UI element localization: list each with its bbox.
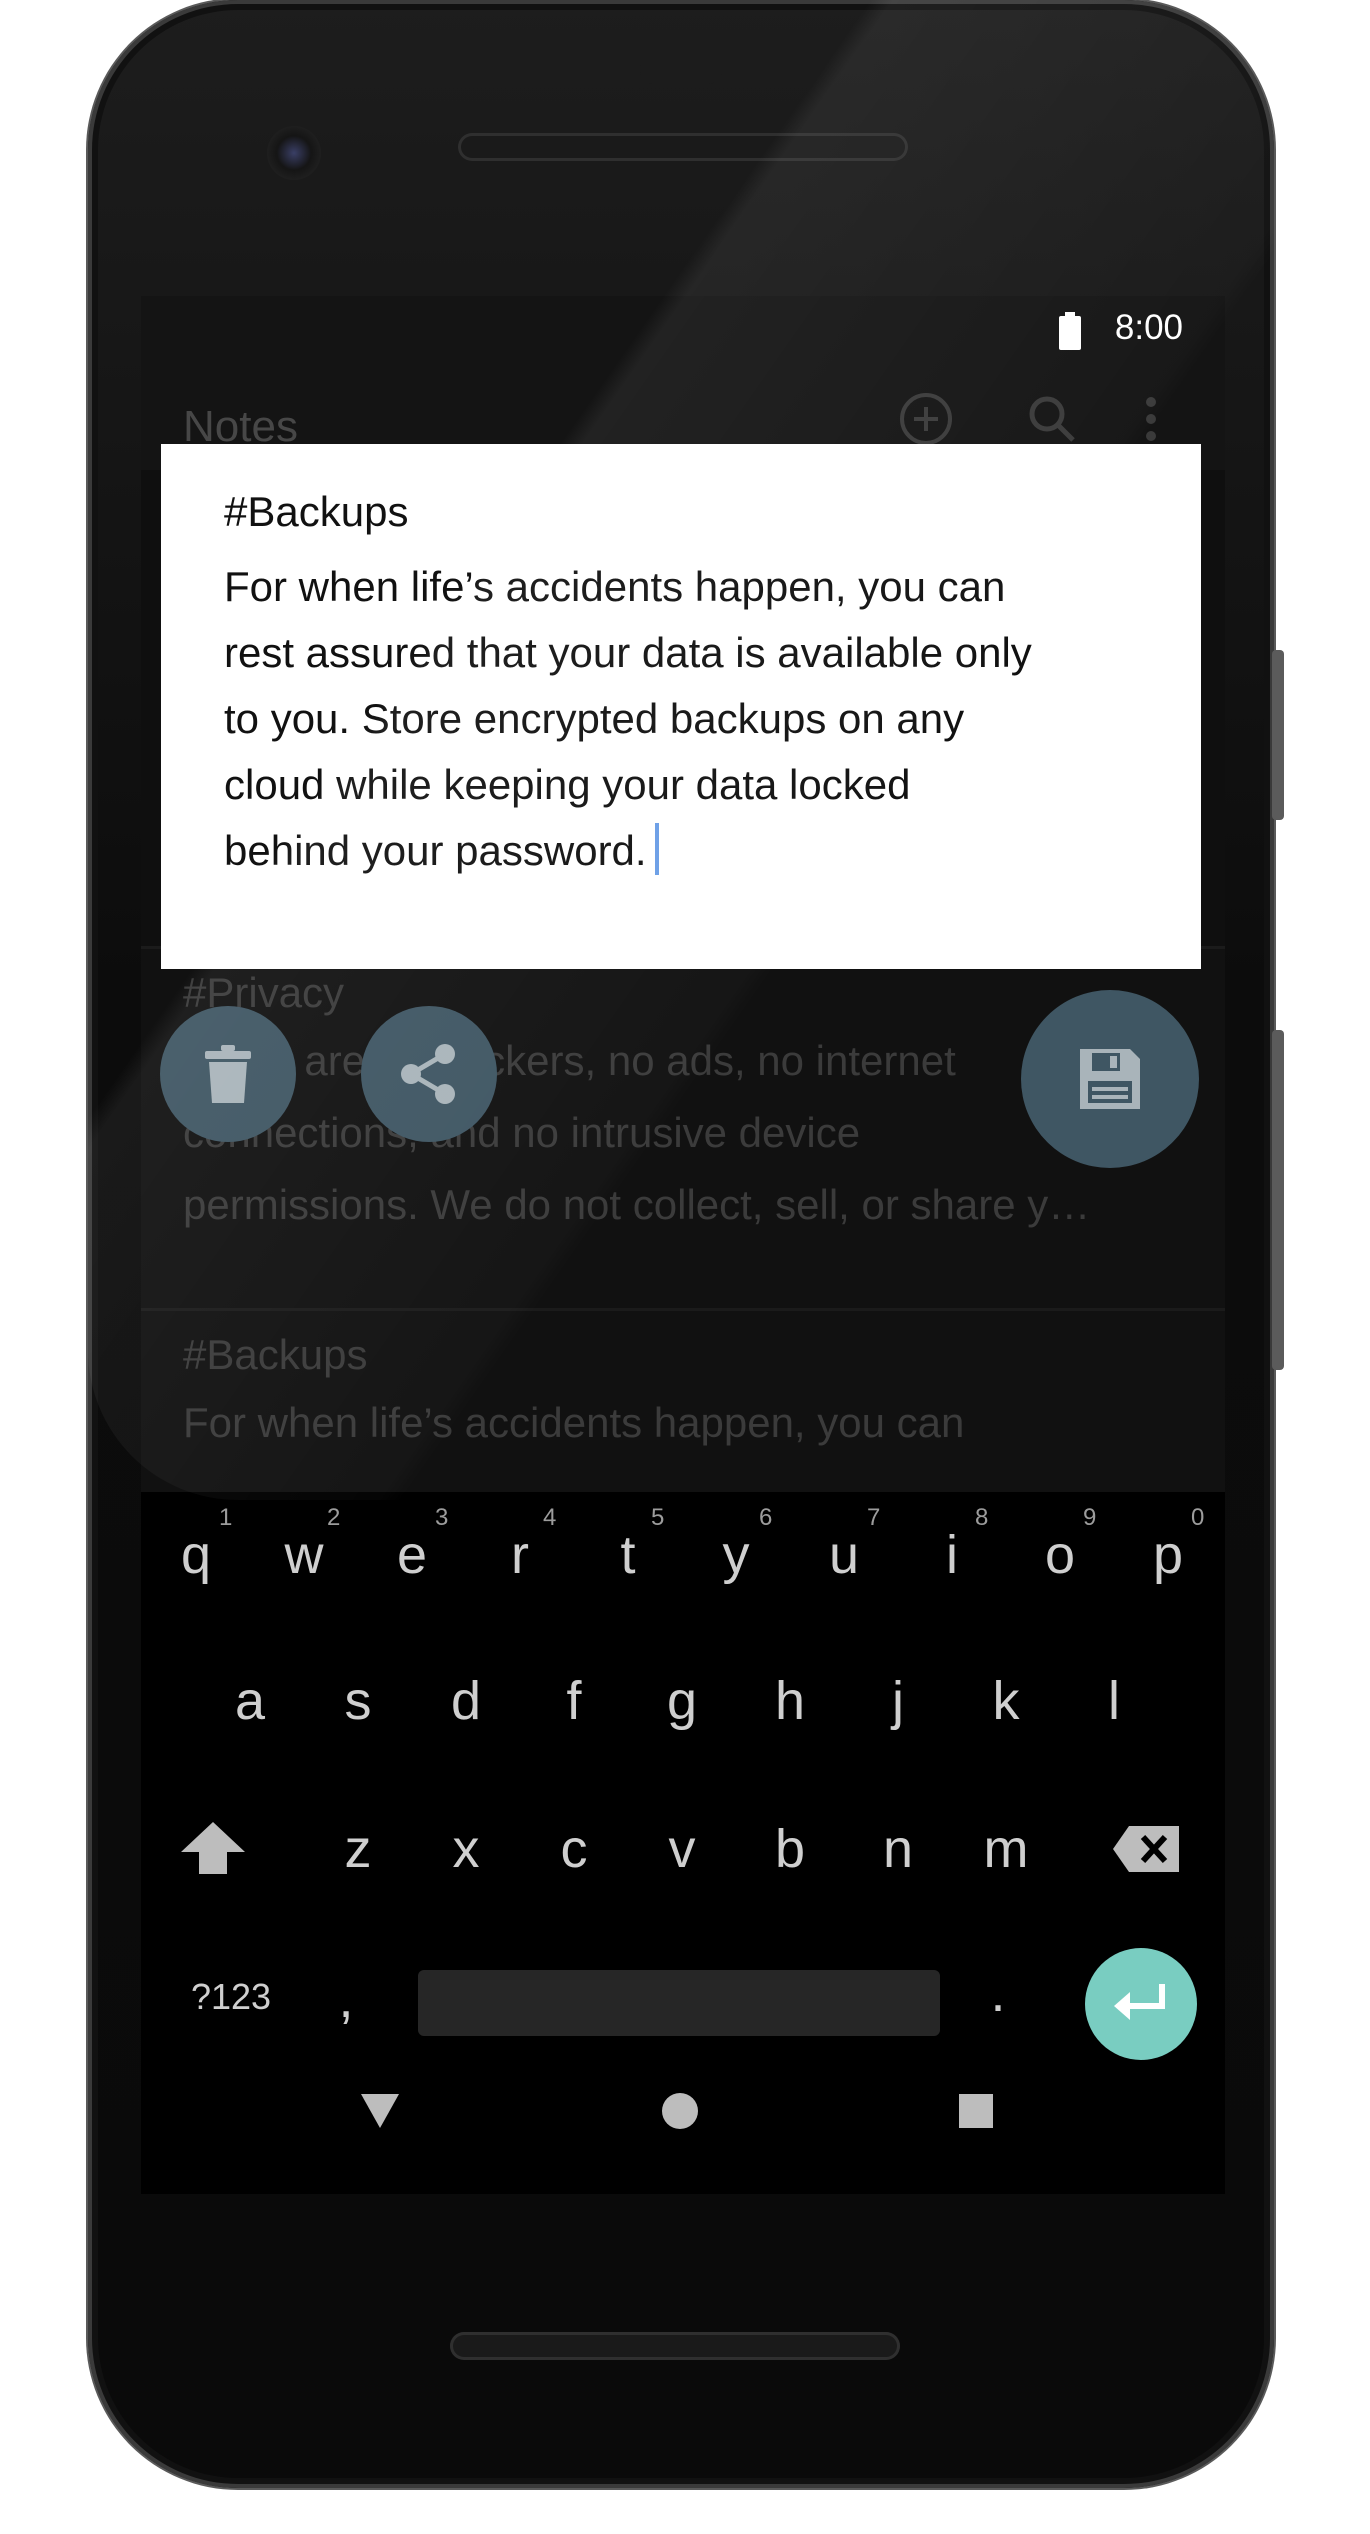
key-s[interactable]: s	[323, 1670, 393, 1732]
editor-line: For when life’s accidents happen, you ca…	[224, 563, 1006, 610]
key-u[interactable]: u	[809, 1524, 879, 1586]
backspace-icon[interactable]	[1113, 1826, 1179, 1872]
key-hint: 6	[759, 1504, 773, 1531]
editor-last-line: behind your password.	[224, 818, 1144, 884]
key-hint: 8	[975, 1504, 989, 1531]
key-hint: 7	[867, 1504, 881, 1531]
key-t[interactable]: t	[593, 1524, 663, 1586]
text-cursor	[654, 823, 659, 875]
trash-icon	[205, 1045, 251, 1103]
note-line: For when life’s accidents happen, you ca…	[183, 1399, 965, 1446]
share-button[interactable]	[361, 1006, 497, 1142]
note-title: #Backups	[183, 1331, 368, 1378]
key-q[interactable]: q	[161, 1524, 231, 1586]
key-hint: 1	[219, 1504, 233, 1531]
key-k[interactable]: k	[971, 1670, 1041, 1732]
key-i[interactable]: i	[917, 1524, 987, 1586]
navigation-bar	[141, 2038, 1225, 2178]
key-hint: 0	[1191, 1504, 1205, 1531]
shift-icon[interactable]	[181, 1822, 245, 1874]
key-hint: 5	[651, 1504, 665, 1531]
back-triangle-icon[interactable]	[361, 2094, 399, 2128]
editor-line: rest assured that your data is available…	[224, 629, 1032, 676]
key-l[interactable]: l	[1079, 1670, 1149, 1732]
key-w[interactable]: w	[269, 1524, 339, 1586]
save-icon	[1080, 1049, 1140, 1109]
editor-title: #Backups	[224, 488, 409, 535]
key-hint: 2	[327, 1504, 341, 1531]
editor-line: cloud while keeping your data locked	[224, 761, 911, 808]
key-o[interactable]: o	[1025, 1524, 1095, 1586]
key-d[interactable]: d	[431, 1670, 501, 1732]
key-e[interactable]: e	[377, 1524, 447, 1586]
delete-button[interactable]	[160, 1006, 296, 1142]
key-x[interactable]: x	[431, 1818, 501, 1880]
bottom-speaker	[450, 2332, 900, 2360]
key-b[interactable]: b	[755, 1818, 825, 1880]
home-circle-icon[interactable]	[661, 2092, 699, 2130]
key-p[interactable]: p	[1133, 1524, 1203, 1586]
status-bar: 8:00	[141, 296, 1225, 360]
symbols-key[interactable]: ?123	[161, 1976, 301, 2018]
editor-line: behind your password.	[224, 827, 647, 874]
key-hint: 9	[1083, 1504, 1097, 1531]
volume-button	[1272, 1030, 1284, 1370]
key-m[interactable]: m	[971, 1818, 1041, 1880]
key-y[interactable]: y	[701, 1524, 771, 1586]
sensor-slot	[640, 56, 722, 84]
key-hint: 4	[543, 1504, 557, 1531]
key-a[interactable]: a	[215, 1670, 285, 1732]
add-circle-icon[interactable]	[897, 390, 955, 448]
key-c[interactable]: c	[539, 1818, 609, 1880]
key-f[interactable]: f	[539, 1670, 609, 1732]
more-vert-icon[interactable]	[1141, 390, 1161, 448]
key-j[interactable]: j	[863, 1670, 933, 1732]
key-r[interactable]: r	[485, 1524, 555, 1586]
comma-key[interactable]: ,	[311, 1968, 381, 2030]
search-icon[interactable]	[1023, 390, 1081, 448]
enter-icon	[1114, 1984, 1165, 2020]
key-h[interactable]: h	[755, 1670, 825, 1732]
key-g[interactable]: g	[647, 1670, 717, 1732]
note-editor[interactable]: #Backups For when life’s accidents happe…	[161, 444, 1201, 969]
keyboard: q w e r t y u i o p 1 2 3 4 5 6 7 8 9 0 …	[141, 1492, 1225, 2060]
editor-text[interactable]: For when life’s accidents happen, you ca…	[224, 554, 1144, 884]
power-button	[1272, 650, 1284, 820]
editor-line: to you. Store encrypted backups on any	[224, 695, 965, 742]
recents-square-icon[interactable]	[959, 2094, 993, 2128]
front-camera	[267, 126, 321, 180]
key-z[interactable]: z	[323, 1818, 393, 1880]
key-hint: 3	[435, 1504, 449, 1531]
period-key[interactable]: .	[963, 1962, 1033, 2024]
space-bar[interactable]	[418, 1970, 940, 2036]
share-icon	[401, 1044, 455, 1104]
battery-full-icon	[1059, 312, 1081, 350]
screen: 8:00 Notes #Privacy There are no tracker…	[141, 296, 1225, 2194]
key-n[interactable]: n	[863, 1818, 933, 1880]
key-v[interactable]: v	[647, 1818, 717, 1880]
note-card-backups[interactable]: #Backups For when life’s accidents happe…	[141, 1308, 1225, 1511]
note-line: permissions. We do not collect, sell, or…	[183, 1181, 1091, 1228]
save-button[interactable]	[1021, 990, 1199, 1168]
status-time: 8:00	[1114, 308, 1183, 347]
top-speaker	[458, 133, 908, 161]
